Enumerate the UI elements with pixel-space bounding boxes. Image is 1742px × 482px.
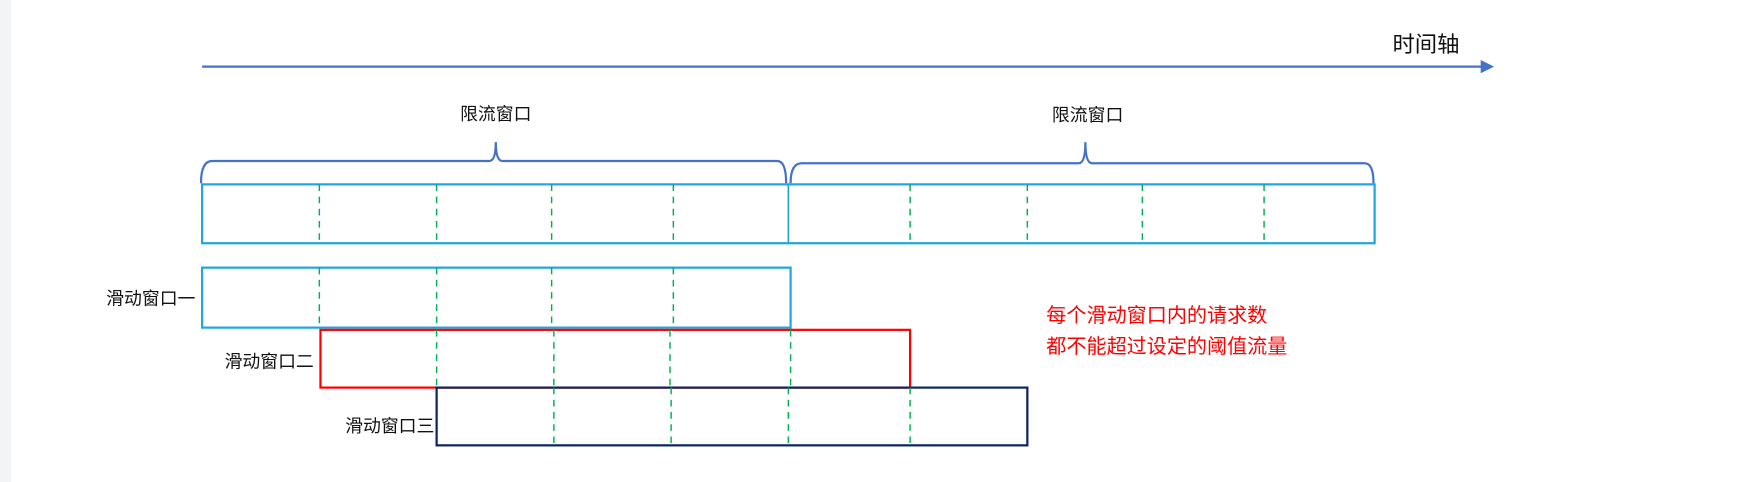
sliding-window-3: [435, 386, 1029, 447]
sliding-window-1: [201, 266, 792, 329]
time-axis: 时间轴: [202, 32, 1495, 74]
time-axis-label: 时间轴: [1392, 32, 1459, 58]
brace-1: [199, 142, 788, 184]
arrow-head-icon: [1480, 59, 1495, 74]
time-slot-grid: [201, 183, 1376, 245]
sliding-window-label-2: 滑动窗口二: [225, 352, 314, 373]
rate-limit-window-label-2: 限流窗口: [1052, 105, 1123, 126]
sliding-window-label-1: 滑动窗口一: [106, 288, 195, 309]
sliding-window-diagram: 时间轴 限流窗口 限流窗口 滑动窗口一 滑动窗口二 滑动窗口三 每个滑动窗口内的…: [0, 0, 1495, 482]
note-line-2: 都不能超过设定的阈值流量: [1046, 334, 1287, 358]
note-line-1: 每个滑动窗口内的请求数: [1046, 303, 1267, 327]
rate-limit-window-label-1: 限流窗口: [460, 104, 531, 125]
left-gutter: [0, 0, 12, 482]
slot-dividers: [318, 184, 1265, 244]
rate-limit-braces: [199, 142, 1375, 184]
sliding-window-label-3: 滑动窗口三: [345, 416, 434, 437]
sliding-window-2: [319, 328, 912, 389]
brace-2: [789, 142, 1375, 184]
